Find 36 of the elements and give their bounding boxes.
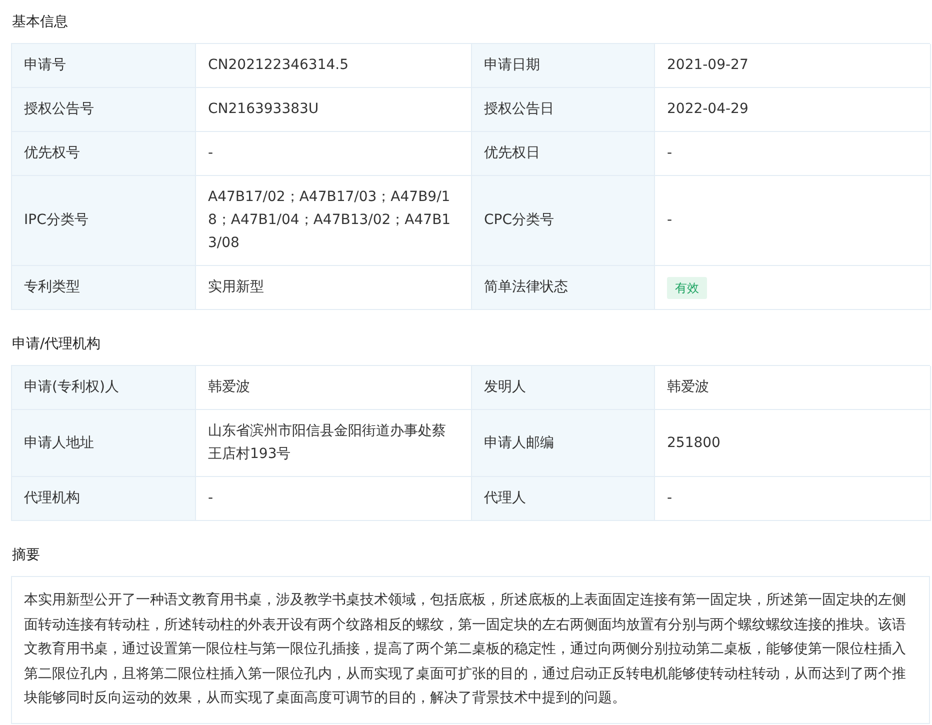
label-cell: 授权公告日 <box>472 88 655 132</box>
label-cell: 代理机构 <box>12 477 196 521</box>
label-cell: 优先权日 <box>472 132 655 176</box>
value-cell: CN202122346314.5 <box>196 44 472 88</box>
label-cell: 申请日期 <box>472 44 655 88</box>
value-cell: 2021-09-27 <box>655 44 931 88</box>
value-cell: 实用新型 <box>196 266 472 310</box>
value-cell: - <box>196 132 472 176</box>
label-cell: 专利类型 <box>12 266 196 310</box>
value-cell: A47B17/02；A47B17/03；A47B9/18；A47B1/04；A47B13/02；A47B13/08 <box>196 176 472 266</box>
value-cell: - <box>655 176 931 266</box>
value-cell: 韩爱波 <box>196 366 472 410</box>
label-cell: 申请人邮编 <box>472 410 655 477</box>
label-cell: 申请人地址 <box>12 410 196 477</box>
value-cell: 251800 <box>655 410 931 477</box>
label-cell: 简单法律状态 <box>472 266 655 310</box>
label-cell: 优先权号 <box>12 132 196 176</box>
label-cell: 授权公告号 <box>12 88 196 132</box>
section-title: 摘要 <box>12 546 41 564</box>
abstract-text: 本实用新型公开了一种语文教育用书桌，涉及教学书桌技术领域，包括底板，所述底板的上表面固定连接有第一固定块，所述第一固定块的左侧面转动连接有转动柱，所述转动柱的外表开设有两个纹路相反的螺纹，第一固定块的左右两侧面均放置有分别与两个螺纹螺纹连接的推块。该语文教育用书桌，通过设置第一限位柱与第一限位孔插接，提高了两个第二桌板的稳定性，通过向两侧分别拉动第二桌板，能够使第一限位柱插入第二限位孔内，且将第二限位柱插入第一限位孔内，从而实现了桌面可扩张的目的，通过启动正反转电机能够使转动柱转动，从而达到了两个推块能够同时反向运动的效果，从而实现了桌面高度可调节的目的，解决了背景技术中提到的问题。 <box>11 576 930 724</box>
label-cell: 代理人 <box>472 477 655 521</box>
label-cell: 申请号 <box>12 44 196 88</box>
section-title: 申请/代理机构 <box>12 334 102 354</box>
value-cell: - <box>655 477 931 521</box>
value-cell: 山东省滨州市阳信县金阳街道办事处蔡王店村193号 <box>196 410 472 477</box>
section-title: 基本信息 <box>12 12 69 32</box>
value-cell: 2022-04-29 <box>655 88 931 132</box>
value-cell: CN216393383U <box>196 88 472 132</box>
label-cell: CPC分类号 <box>472 176 655 266</box>
value-cell: - <box>655 132 931 176</box>
value-cell: 韩爱波 <box>655 366 931 410</box>
value-cell: - <box>196 477 472 521</box>
label-cell: 申请(专利权)人 <box>12 366 196 410</box>
label-cell: IPC分类号 <box>12 176 196 266</box>
status-tag: 有效 <box>667 276 707 298</box>
label-cell: 发明人 <box>472 366 655 410</box>
